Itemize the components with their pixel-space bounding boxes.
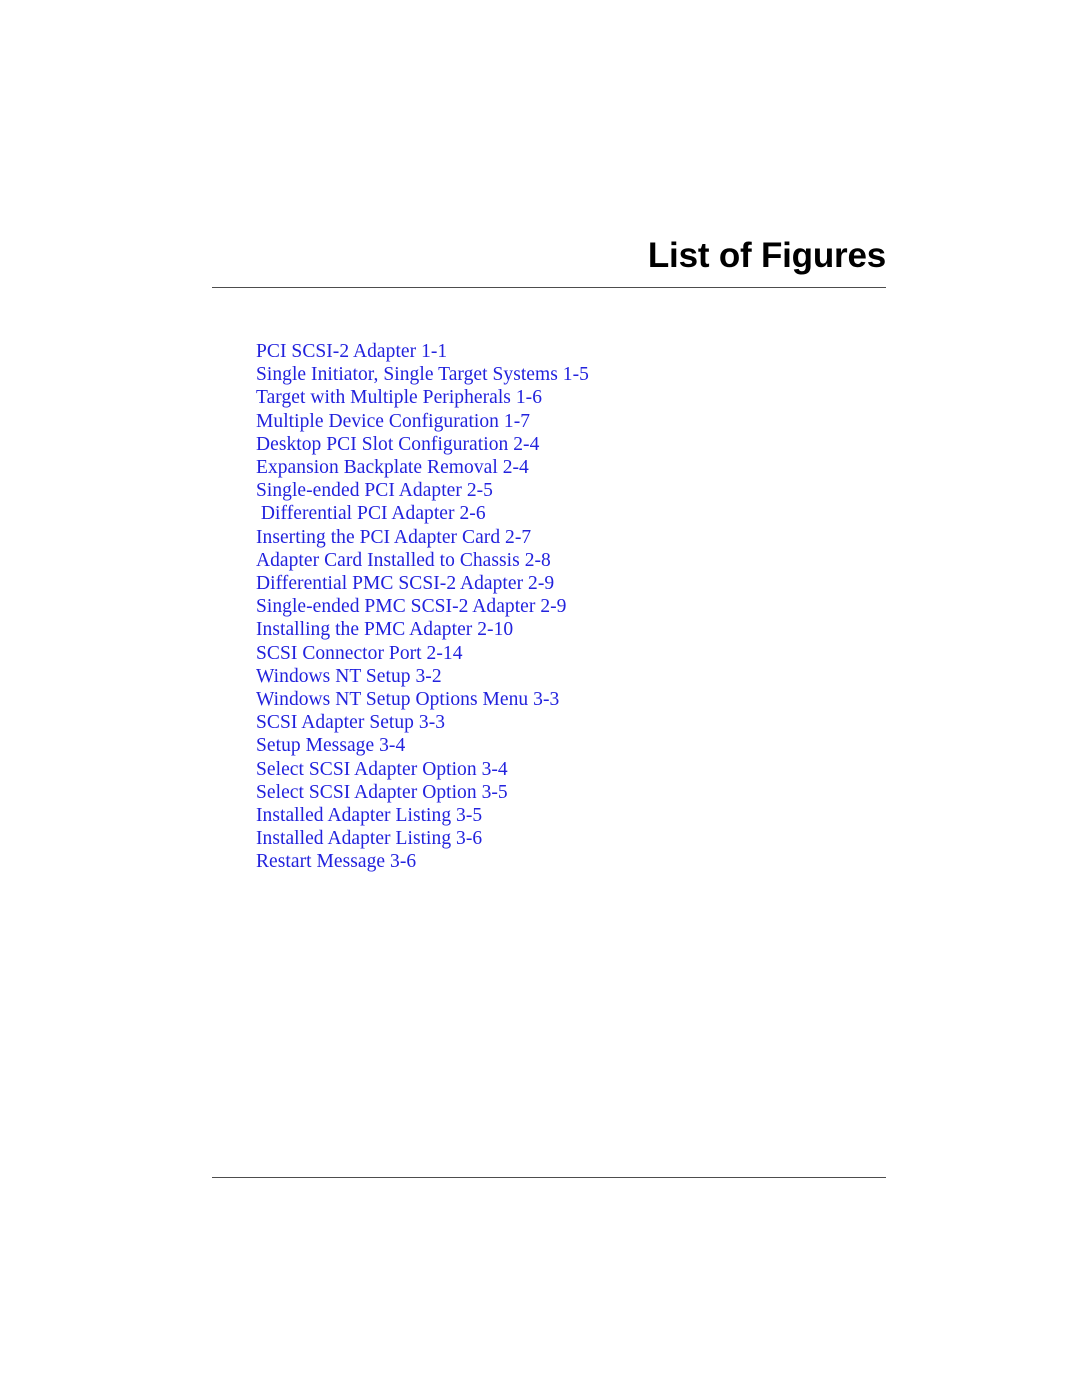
figure-list-item[interactable]: PCI SCSI-2 Adapter 1-1 xyxy=(256,340,956,363)
figure-list-item[interactable]: Desktop PCI Slot Configuration 2-4 xyxy=(256,433,956,456)
header-divider xyxy=(212,287,886,288)
figure-list-item[interactable]: Single-ended PMC SCSI-2 Adapter 2-9 xyxy=(256,595,956,618)
figure-list-item[interactable]: SCSI Adapter Setup 3-3 xyxy=(256,711,956,734)
figure-list: PCI SCSI-2 Adapter 1-1 Single Initiator, … xyxy=(256,340,956,874)
figure-list-item[interactable]: Installed Adapter Listing 3-6 xyxy=(256,827,956,850)
figure-list-item[interactable]: Select SCSI Adapter Option 3-5 xyxy=(256,781,956,804)
figure-list-item[interactable]: Differential PMC SCSI-2 Adapter 2-9 xyxy=(256,572,956,595)
figure-list-item[interactable]: Target with Multiple Peripherals 1-6 xyxy=(256,386,956,409)
page-title: List of Figures xyxy=(647,236,886,275)
figure-list-item[interactable]: Select SCSI Adapter Option 3-4 xyxy=(256,758,956,781)
figure-list-item[interactable]: Single Initiator, Single Target Systems … xyxy=(256,363,956,386)
figure-list-item[interactable]: Windows NT Setup Options Menu 3-3 xyxy=(256,688,956,711)
figure-list-item[interactable]: Restart Message 3-6 xyxy=(256,850,956,873)
figure-list-item[interactable]: Adapter Card Installed to Chassis 2-8 xyxy=(256,549,956,572)
figure-list-item[interactable]: Multiple Device Configuration 1-7 xyxy=(256,410,956,433)
figure-list-item[interactable]: Expansion Backplate Removal 2-4 xyxy=(256,456,956,479)
figure-list-item[interactable]: Setup Message 3-4 xyxy=(256,734,956,757)
document-page: List of Figures PCI SCSI-2 Adapter 1-1 Si… xyxy=(0,0,1080,1397)
figure-list-item[interactable]: Single-ended PCI Adapter 2-5 xyxy=(256,479,956,502)
page-header: List of Figures xyxy=(212,236,886,288)
figure-list-item[interactable]: SCSI Connector Port 2-14 xyxy=(256,642,956,665)
figure-list-item[interactable]: Inserting the PCI Adapter Card 2-7 xyxy=(256,526,956,549)
footer-divider xyxy=(212,1177,886,1178)
figure-list-item[interactable]: Differential PCI Adapter 2-6 xyxy=(256,502,956,525)
figure-list-item[interactable]: Windows NT Setup 3-2 xyxy=(256,665,956,688)
figure-list-item[interactable]: Installing the PMC Adapter 2-10 xyxy=(256,618,956,641)
figure-list-item[interactable]: Installed Adapter Listing 3-5 xyxy=(256,804,956,827)
